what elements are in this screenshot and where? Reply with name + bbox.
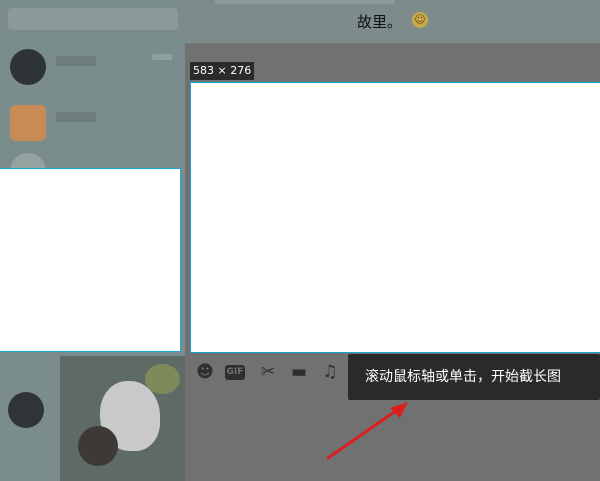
chat-list-item-name — [56, 112, 96, 122]
selection-size-label: 583 × 276 — [190, 62, 255, 80]
capture-selection-region[interactable] — [190, 82, 600, 353]
scissors-icon[interactable]: ✂ — [258, 362, 278, 382]
chat-list-item-name — [56, 56, 96, 66]
chat-header: 故里。 ☺ — [185, 0, 600, 44]
header-top-strip — [215, 0, 395, 4]
avatar — [8, 392, 44, 428]
gif-icon[interactable]: GIF — [225, 365, 245, 380]
chat-image-thumbnail — [60, 356, 185, 481]
folder-icon[interactable]: ▬ — [289, 362, 309, 382]
red-arrow-annotation — [326, 402, 408, 460]
smiley-emoji-icon: ☺ — [412, 12, 428, 28]
avatar — [10, 105, 46, 141]
chat-list-item[interactable] — [8, 46, 178, 92]
chat-list-item[interactable] — [8, 102, 178, 148]
chat-title: 故里。 — [357, 13, 403, 31]
search-box[interactable] — [8, 8, 178, 30]
avatar — [10, 49, 46, 85]
emoji-icon[interactable]: ☻ — [195, 362, 215, 382]
chat-list-item-time — [152, 54, 172, 60]
long-screenshot-tooltip: 滚动鼠标轴或单击，开始截长图 — [348, 354, 600, 400]
music-icon[interactable]: ♫ — [320, 362, 340, 382]
capture-region-secondary[interactable] — [0, 168, 181, 352]
